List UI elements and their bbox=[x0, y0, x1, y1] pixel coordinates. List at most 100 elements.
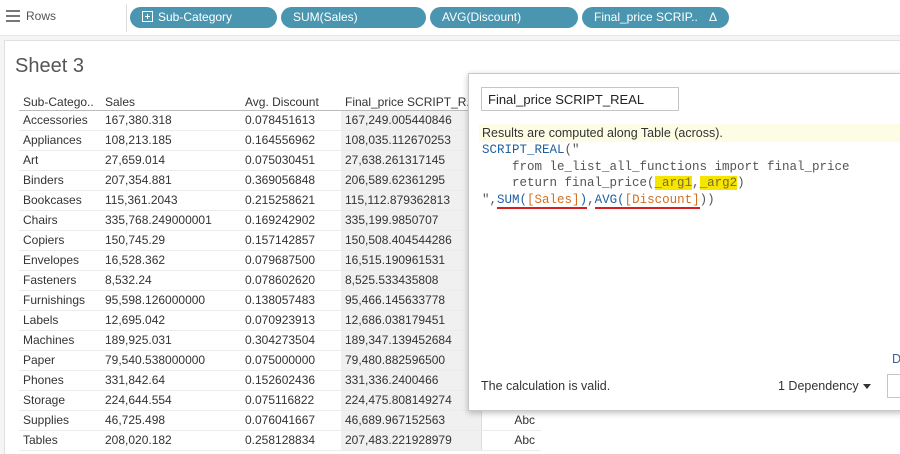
pill-avg-discount[interactable]: AVG(Discount) bbox=[430, 7, 578, 28]
dependency-dropdown[interactable]: 1 Dependency bbox=[778, 379, 871, 393]
table-row[interactable]: Copiers 150,745.29 0.157142857 150,508.4045… bbox=[19, 230, 541, 251]
shelf-divider bbox=[126, 4, 127, 32]
pill-label: SUM(Sales) bbox=[293, 10, 358, 24]
validation-status: The calculation is valid. bbox=[481, 379, 611, 393]
table-row[interactable]: Binders 207,354.881 0.369056848 206,589.623… bbox=[19, 170, 541, 191]
functions-link[interactable]: D bbox=[892, 352, 900, 366]
cell-sales: 207,354.881 bbox=[101, 170, 241, 191]
table-row[interactable]: Phones 331,842.64 0.152602436 331,336.24004… bbox=[19, 370, 541, 391]
cell-final-price: 95,466.145633778 bbox=[341, 290, 481, 311]
table-row[interactable]: Machines 189,925.031 0.304273504 189,347.13… bbox=[19, 330, 541, 351]
cell-sales: 167,380.318 bbox=[101, 110, 241, 131]
cell-avg-discount: 0.078602620 bbox=[241, 270, 341, 291]
cell-avg-discount: 0.078451613 bbox=[241, 110, 341, 131]
code-line-import: from le_list_all_functions import final_… bbox=[482, 159, 850, 174]
avg-function: AVG([Discount] bbox=[594, 192, 700, 209]
column-header-sales[interactable]: Sales bbox=[101, 94, 241, 111]
table-row[interactable]: Envelopes 16,528.362 0.079687500 16,515.190… bbox=[19, 250, 541, 271]
cell-final-price: 115,112.879362813 bbox=[341, 190, 481, 211]
cell-final-price: 108,035.112670253 bbox=[341, 130, 481, 151]
dialog-button[interactable] bbox=[887, 374, 900, 398]
cell-sub-category: Binders bbox=[19, 170, 101, 191]
expand-plus-icon[interactable] bbox=[142, 11, 153, 22]
cell-sales: 335,768.249000001 bbox=[101, 210, 241, 231]
cell-sales: 108,213.185 bbox=[101, 130, 241, 151]
cell-sales: 115,361.2043 bbox=[101, 190, 241, 211]
cell-final-price: 331,336.2400466 bbox=[341, 370, 481, 391]
code-text: return final_price( bbox=[482, 176, 655, 190]
cell-final-price: 27,638.261317145 bbox=[341, 150, 481, 171]
cell-avg-discount: 0.157142857 bbox=[241, 230, 341, 251]
dependency-label: 1 Dependency bbox=[778, 379, 859, 393]
cell-avg-discount: 0.070923913 bbox=[241, 310, 341, 331]
table-row[interactable]: Appliances 108,213.185 0.164556962 108,035.… bbox=[19, 130, 541, 151]
pill-label: AVG(Discount) bbox=[442, 10, 522, 24]
cell-avg-discount: 0.075030451 bbox=[241, 150, 341, 171]
cell-avg-discount: 0.138057483 bbox=[241, 290, 341, 311]
column-header-final-price[interactable]: Final_price SCRIPT_R.. bbox=[341, 94, 481, 111]
cell-sales: 224,644.554 bbox=[101, 390, 241, 411]
table-row[interactable]: Tables 208,020.182 0.258128834 207,483.2219… bbox=[19, 430, 541, 451]
cell-sub-category: Copiers bbox=[19, 230, 101, 251]
cell-sub-category: Storage bbox=[19, 390, 101, 411]
table-row[interactable]: Chairs 335,768.249000001 0.169242902 335,19… bbox=[19, 210, 541, 231]
cell-extra: Abc bbox=[480, 430, 541, 451]
cell-avg-discount: 0.169242902 bbox=[241, 210, 341, 231]
table-row[interactable]: Fasteners 8,532.24 0.078602620 8,525.533435… bbox=[19, 270, 541, 291]
arg2-token: _arg2 bbox=[699, 176, 738, 190]
cell-final-price: 206,589.62361295 bbox=[341, 170, 481, 191]
cell-extra: Abc bbox=[480, 410, 541, 431]
column-header-avg-discount[interactable]: Avg. Discount bbox=[241, 94, 341, 111]
cell-sales: 79,540.538000000 bbox=[101, 350, 241, 371]
cell-avg-discount: 0.258128834 bbox=[241, 430, 341, 451]
calculation-name-input[interactable]: Final_price SCRIPT_REAL bbox=[481, 87, 679, 111]
rows-shelf-label: Rows bbox=[6, 9, 56, 23]
data-table: Sub-Catego.. Sales Avg. Discount Final_p… bbox=[19, 94, 541, 451]
table-row[interactable]: Furnishings 95,598.126000000 0.138057483 95… bbox=[19, 290, 541, 311]
delta-icon: Δ bbox=[708, 10, 717, 24]
cell-sub-category: Tables bbox=[19, 430, 101, 451]
table-row[interactable]: Storage 224,644.554 0.075116822 224,475.808… bbox=[19, 390, 541, 411]
sales-field: [Sales] bbox=[527, 192, 580, 207]
cell-avg-discount: 0.215258621 bbox=[241, 190, 341, 211]
cell-sales: 331,842.64 bbox=[101, 370, 241, 391]
pill-final-price-script[interactable]: Final_price SCRIP.. Δ bbox=[582, 7, 729, 28]
pill-sub-category[interactable]: Sub-Category bbox=[130, 7, 277, 28]
formula-editor[interactable]: Results are computed along Table (across… bbox=[479, 124, 900, 374]
cell-sub-category: Furnishings bbox=[19, 290, 101, 311]
cell-sub-category: Bookcases bbox=[19, 190, 101, 211]
pill-label: Sub-Category bbox=[158, 10, 233, 24]
code-text: , bbox=[692, 176, 700, 190]
formula-code[interactable]: SCRIPT_REAL(" from le_list_all_functions… bbox=[479, 142, 900, 209]
cell-final-price: 207,483.221928979 bbox=[341, 430, 481, 451]
code-text: )) bbox=[699, 192, 715, 207]
column-header-sub-category[interactable]: Sub-Catego.. bbox=[19, 94, 101, 111]
cell-sub-category: Art bbox=[19, 150, 101, 171]
cell-final-price: 189,347.139452684 bbox=[341, 330, 481, 351]
pill-sum-sales[interactable]: SUM(Sales) bbox=[281, 7, 426, 28]
cell-avg-discount: 0.152602436 bbox=[241, 370, 341, 391]
rows-label: Rows bbox=[26, 9, 57, 23]
cell-avg-discount: 0.075000000 bbox=[241, 350, 341, 371]
table-row[interactable]: Labels 12,695.042 0.070923913 12,686.038179… bbox=[19, 310, 541, 331]
discount-field: [Discount] bbox=[624, 192, 700, 207]
cell-sub-category: Supplies bbox=[19, 410, 101, 431]
cell-sales: 95,598.126000000 bbox=[101, 290, 241, 311]
cell-sales: 8,532.24 bbox=[101, 270, 241, 291]
cell-sub-category: Accessories bbox=[19, 110, 101, 131]
table-row[interactable]: Accessories 167,380.318 0.078451613 167,249… bbox=[19, 110, 541, 131]
cell-final-price: 8,525.533435808 bbox=[341, 270, 481, 291]
cell-sales: 46,725.498 bbox=[101, 410, 241, 431]
table-row[interactable]: Bookcases 115,361.2043 0.215258621 115,112.… bbox=[19, 190, 541, 211]
sum-function: SUM([Sales]) bbox=[497, 192, 588, 209]
cell-sub-category: Machines bbox=[19, 330, 101, 351]
cell-sub-category: Phones bbox=[19, 370, 101, 391]
code-text: (" bbox=[564, 143, 580, 157]
code-text: ) bbox=[737, 176, 745, 190]
table-row[interactable]: Paper 79,540.538000000 0.075000000 79,480.8… bbox=[19, 350, 541, 371]
code-text: ", bbox=[482, 192, 498, 207]
table-row[interactable]: Supplies 46,725.498 0.076041667 46,689.9671… bbox=[19, 410, 541, 431]
cell-final-price: 167,249.005440846 bbox=[341, 110, 481, 131]
cell-final-price: 224,475.808149274 bbox=[341, 390, 481, 411]
table-row[interactable]: Art 27,659.014 0.075030451 27,638.261317145 bbox=[19, 150, 541, 171]
